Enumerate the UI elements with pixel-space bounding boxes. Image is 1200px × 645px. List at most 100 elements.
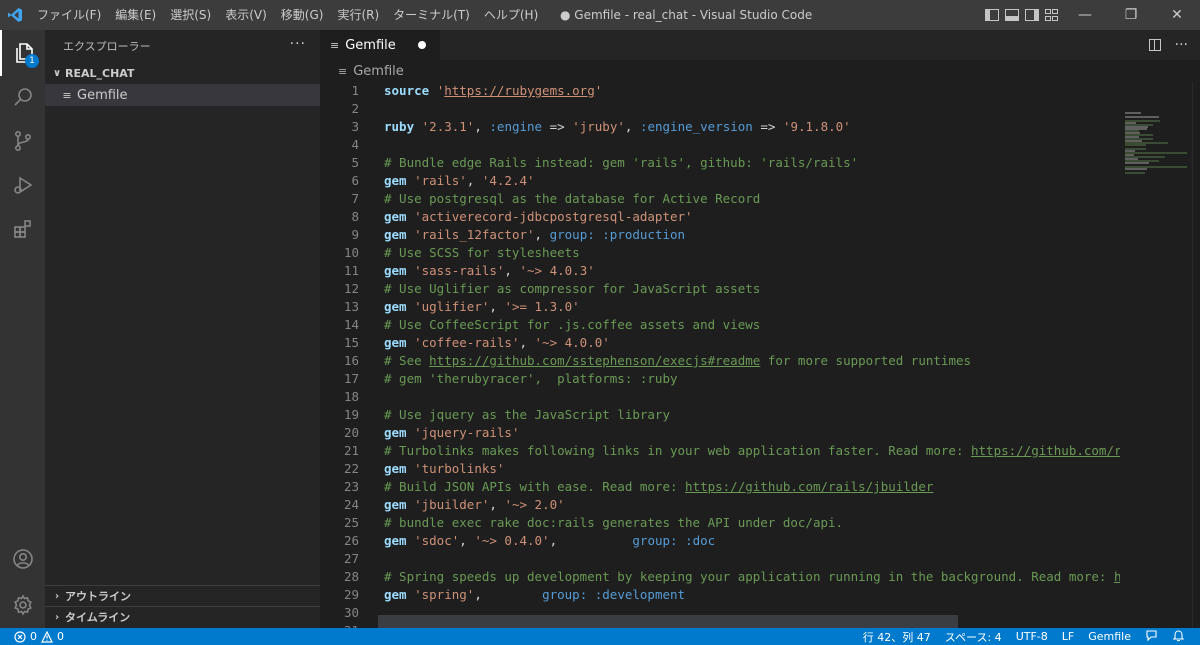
code-line[interactable]: 17 # gem 'therubyracer', platforms: :ruby (320, 370, 1120, 388)
line-text: gem 'jquery-rails' (384, 425, 520, 440)
code-line[interactable]: 16 # See https://github.com/sstephenson/e… (320, 352, 1120, 370)
code-editor[interactable]: 1 source 'https://rubygems.org' 2 3 ruby '2.… (320, 82, 1120, 628)
outline-section[interactable]: › アウトライン (45, 585, 320, 606)
toggle-panel-icon[interactable] (1005, 9, 1019, 21)
run-debug-icon (13, 176, 32, 194)
restore-button[interactable]: ❐ (1108, 0, 1154, 30)
menu-edit[interactable]: 編集(E) (108, 0, 163, 30)
code-line[interactable]: 1 source 'https://rubygems.org' (320, 82, 1120, 100)
line-number: 5 (351, 155, 359, 170)
line-text: # gem 'therubyracer', platforms: :ruby (384, 371, 678, 386)
menu-terminal[interactable]: ターミナル(T) (386, 0, 477, 30)
manage-activity[interactable] (0, 582, 45, 628)
accounts-activity[interactable] (0, 536, 45, 582)
language-mode[interactable]: Gemfile (1081, 630, 1138, 643)
code-line[interactable]: 11 gem 'sass-rails', '~> 4.0.3' (320, 262, 1120, 280)
code-line[interactable]: 4 (320, 136, 1120, 154)
folder-label: REAL_CHAT (65, 66, 135, 80)
problems-indicator[interactable]: 0 0 (14, 628, 64, 645)
file-label: Gemfile (77, 87, 128, 103)
code-line[interactable]: 23 # Build JSON APIs with ease. Read more… (320, 478, 1120, 496)
file-gemfile[interactable]: ≡ Gemfile (45, 84, 320, 106)
line-text: # Build JSON APIs with ease. Read more: … (384, 479, 934, 494)
code-line[interactable]: 29 gem 'spring', group: :development (320, 586, 1120, 604)
code-line[interactable]: 25 # bundle exec rake doc:rails generates… (320, 514, 1120, 532)
code-line[interactable]: 2 (320, 100, 1120, 118)
more-actions-icon[interactable]: ··· (290, 36, 306, 52)
line-number: 3 (351, 119, 359, 134)
minimap[interactable] (1120, 82, 1192, 628)
line-text: # Use Uglifier as compressor for JavaScr… (384, 281, 761, 296)
feedback-icon[interactable] (1138, 629, 1165, 645)
code-line[interactable]: 21 # Turbolinks makes following links in … (320, 442, 1120, 460)
minimize-button[interactable]: — (1062, 0, 1108, 30)
minimap-line (1125, 168, 1147, 170)
code-line[interactable]: 27 (320, 550, 1120, 568)
code-line[interactable]: 9 gem 'rails_12factor', group: :productio… (320, 226, 1120, 244)
code-line[interactable]: 14 # Use CoffeeScript for .js.coffee asse… (320, 316, 1120, 334)
more-actions-icon[interactable]: ··· (1175, 37, 1188, 53)
explorer-activity[interactable]: 1 (0, 30, 45, 76)
folder-real-chat[interactable]: ∨ REAL_CHAT (45, 62, 320, 84)
toggle-secondary-sidebar-icon[interactable] (1025, 9, 1039, 21)
vertical-scrollbar[interactable] (1192, 82, 1200, 628)
code-line[interactable]: 22 gem 'turbolinks' (320, 460, 1120, 478)
hover-highlight (378, 615, 958, 628)
tab-gemfile[interactable]: ≡ Gemfile (320, 30, 440, 60)
split-editor-icon[interactable] (1148, 39, 1161, 51)
source-control-icon (14, 130, 31, 151)
menu-go[interactable]: 移動(G) (274, 0, 331, 30)
menu-bar: ファイル(F) 編集(E) 選択(S) 表示(V) 移動(G) 実行(R) ター… (30, 0, 545, 30)
menu-run[interactable]: 実行(R) (330, 0, 386, 30)
toggle-sidebar-icon[interactable] (985, 9, 999, 21)
line-text: # Use CoffeeScript for .js.coffee assets… (384, 317, 761, 332)
code-line[interactable]: 19 # Use jquery as the JavaScript library (320, 406, 1120, 424)
timeline-section[interactable]: › タイムライン (45, 606, 320, 627)
file-lines-icon: ≡ (338, 64, 348, 78)
code-line[interactable]: 20 gem 'jquery-rails' (320, 424, 1120, 442)
menu-help[interactable]: ヘルプ(H) (477, 0, 545, 30)
code-line[interactable]: 28 # Spring speeds up development by keep… (320, 568, 1120, 586)
encoding[interactable]: UTF-8 (1009, 630, 1055, 643)
code-line[interactable]: 6 gem 'rails', '4.2.4' (320, 172, 1120, 190)
unsaved-dot-icon[interactable] (418, 41, 426, 49)
window-title: ● Gemfile - real_chat - Visual Studio Co… (560, 8, 813, 22)
indentation[interactable]: スペース: 4 (938, 629, 1009, 645)
line-text: # Bundle edge Rails instead: gem 'rails'… (384, 155, 859, 170)
chevron-down-icon: ∨ (52, 67, 62, 79)
code-line[interactable]: 10 # Use SCSS for stylesheets (320, 244, 1120, 262)
menu-view[interactable]: 表示(V) (218, 0, 274, 30)
source-control-activity[interactable] (0, 118, 45, 164)
search-activity[interactable] (0, 74, 45, 120)
menu-file[interactable]: ファイル(F) (30, 0, 108, 30)
line-text: gem 'jbuilder', '~> 2.0' (384, 497, 565, 512)
line-number: 28 (343, 569, 359, 584)
file-lines-icon: ≡ (330, 38, 340, 52)
code-line[interactable]: 7 # Use postgresql as the database for Ac… (320, 190, 1120, 208)
code-line[interactable]: 26 gem 'sdoc', '~> 0.4.0', group: :doc (320, 532, 1120, 550)
code-line[interactable]: 5 # Bundle edge Rails instead: gem 'rails… (320, 154, 1120, 172)
code-line[interactable]: 8 gem 'activerecord-jdbcpostgresql-adapte… (320, 208, 1120, 226)
extensions-activity[interactable] (0, 206, 45, 252)
code-line[interactable]: 24 gem 'jbuilder', '~> 2.0' (320, 496, 1120, 514)
line-text: gem 'turbolinks' (384, 461, 505, 476)
customize-layout-icon[interactable] (1045, 9, 1059, 21)
code-line[interactable]: 15 gem 'coffee-rails', '~> 4.0.0' (320, 334, 1120, 352)
end-of-line[interactable]: LF (1055, 630, 1081, 643)
line-text: # Use postgresql as the database for Act… (384, 191, 761, 206)
menu-selection[interactable]: 選択(S) (163, 0, 218, 30)
line-text: # Turbolinks makes following links in yo… (384, 443, 1120, 458)
line-number: 13 (343, 299, 359, 314)
cursor-position[interactable]: 行 42、列 47 (856, 629, 938, 645)
code-line[interactable]: 12 # Use Uglifier as compressor for JavaS… (320, 280, 1120, 298)
code-line[interactable]: 18 (320, 388, 1120, 406)
explorer-sidebar: エクスプローラー ··· ∨ REAL_CHAT ≡ Gemfile › アウト… (45, 30, 320, 628)
run-debug-activity[interactable] (0, 162, 45, 208)
line-number: 20 (343, 425, 359, 440)
code-line[interactable]: 3 ruby '2.3.1', :engine => 'jruby', :engi… (320, 118, 1120, 136)
breadcrumb-file[interactable]: Gemfile (353, 64, 404, 79)
code-line[interactable]: 13 gem 'uglifier', '>= 1.3.0' (320, 298, 1120, 316)
line-text: # Spring speeds up development by keepin… (384, 569, 1120, 584)
bell-icon[interactable] (1165, 629, 1192, 645)
close-button[interactable]: ✕ (1154, 0, 1200, 30)
